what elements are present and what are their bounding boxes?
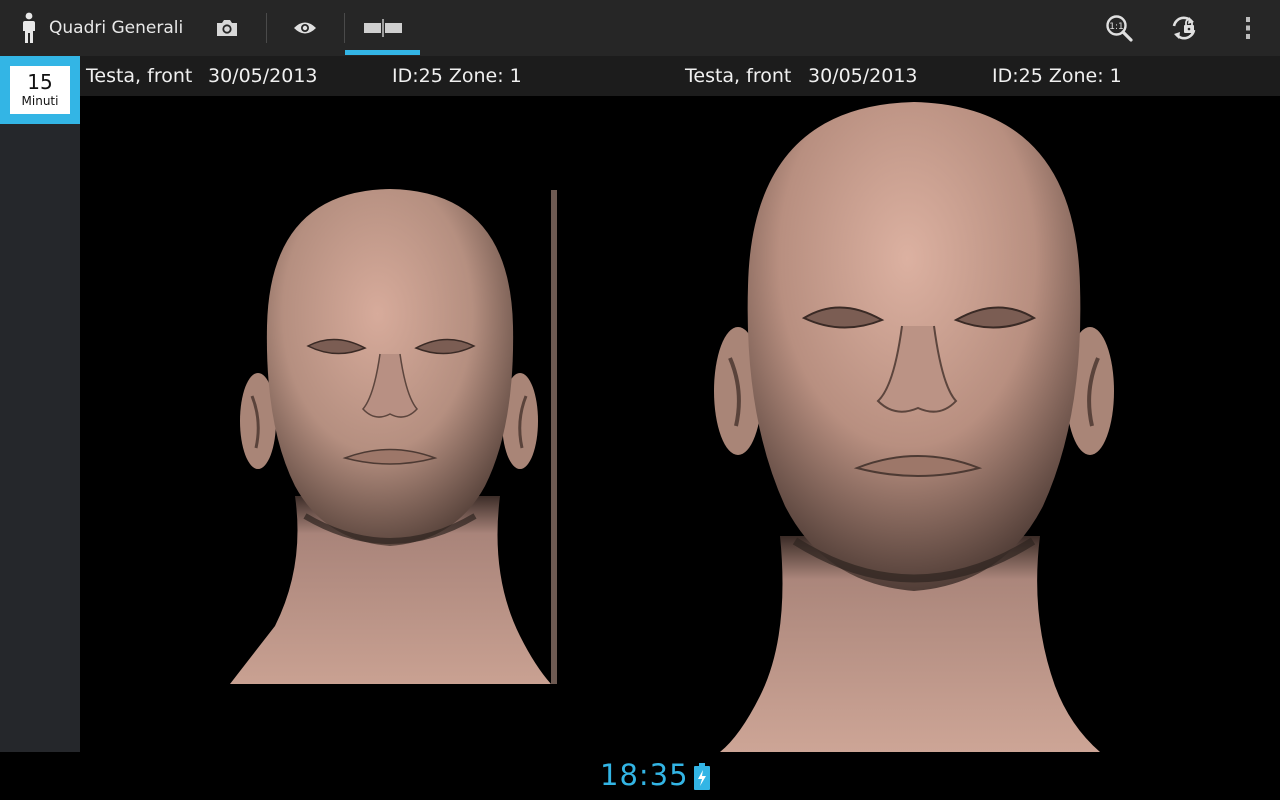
svg-text:1:1: 1:1 (1109, 22, 1123, 32)
timer-widget[interactable]: 15 Minuti (0, 56, 80, 124)
viewport-canvas[interactable] (80, 96, 1280, 752)
battery-charging-icon (694, 763, 710, 790)
compare-tab[interactable] (345, 0, 420, 56)
zoom-1to1-button[interactable]: 1:1 (1097, 0, 1141, 56)
sync-lock-button[interactable] (1162, 0, 1206, 56)
sync-lock-icon (1172, 16, 1196, 40)
right-view-title: Testa, front (685, 65, 792, 87)
timer-unit: Minuti (21, 94, 59, 108)
right-head-model[interactable] (714, 102, 1114, 752)
clock-time: 18:35 (600, 758, 689, 792)
left-view-date: 30/05/2013 (208, 65, 318, 87)
left-rail: 15 Minuti (0, 56, 80, 752)
overflow-menu-button[interactable] (1230, 0, 1266, 56)
overflow-menu-icon (1246, 17, 1250, 39)
actionbar-divider (266, 13, 267, 43)
camera-button[interactable] (205, 0, 249, 56)
action-bar: Quadri Generali 1:1 (0, 0, 1280, 56)
right-view-date: 30/05/2013 (808, 65, 918, 87)
left-view-title: Testa, front (86, 65, 193, 87)
person-icon[interactable] (20, 12, 38, 44)
left-head-model[interactable] (230, 188, 558, 684)
zoom-1to1-icon: 1:1 (1106, 15, 1133, 42)
camera-icon (217, 20, 237, 36)
active-tab-indicator (345, 50, 420, 55)
model-viewport[interactable] (80, 96, 1280, 752)
eye-icon (294, 22, 316, 34)
left-view-meta: ID:25 Zone: 1 (392, 65, 522, 87)
info-bar: Testa, front 30/05/2013 ID:25 Zone: 1 Te… (80, 56, 1280, 96)
app-root: Quadri Generali 1:1 15 Minuti Testa, fro… (0, 0, 1280, 800)
app-title[interactable]: Quadri Generali (49, 17, 183, 39)
timer-display: 15 Minuti (10, 66, 70, 114)
timer-value: 15 (27, 70, 53, 94)
right-view-meta: ID:25 Zone: 1 (992, 65, 1122, 87)
compare-icon (363, 19, 402, 37)
view-button[interactable] (283, 0, 327, 56)
